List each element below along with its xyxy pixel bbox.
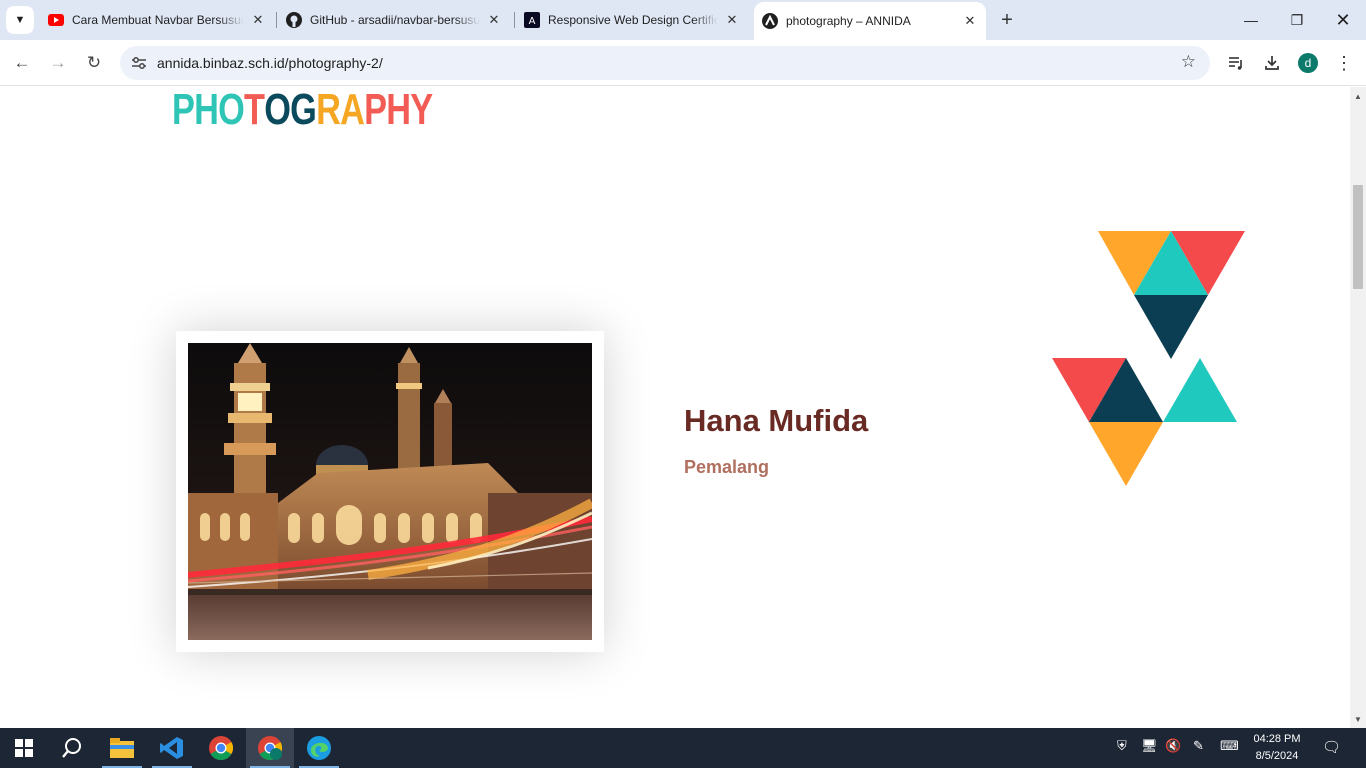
logo-letter: H [386,87,411,134]
taskbar-search-button[interactable] [48,728,96,768]
chrome-profile-icon [258,736,282,760]
download-icon[interactable] [1260,51,1284,75]
taskbar-chrome[interactable] [197,728,245,768]
profile-avatar[interactable]: d [1298,53,1318,73]
system-clock[interactable]: 04:28 PM 8/5/2024 [1246,731,1308,765]
reload-icon: ↻ [86,53,102,72]
tab-separator [276,12,277,28]
mosque-night-photo [188,343,592,640]
notification-center-icon[interactable]: 🗨 [1322,738,1341,756]
tab-separator [514,12,515,28]
logo-letter: P [172,87,195,134]
restore-button[interactable]: ❐ [1274,0,1320,40]
logo-letter: T [244,87,265,134]
address-bar[interactable]: annida.binbaz.sch.id/photography-2/ ☆ [120,46,1210,80]
scrollbar-thumb[interactable] [1353,185,1363,289]
person-city: Pemalang [684,457,770,477]
edge-icon [307,736,331,760]
logo-letter: A [340,87,365,134]
page-viewport: PHOTOGRAPHY Hana Mufida Pemalang [0,87,1350,728]
person-name: Hana Mufida [684,403,869,438]
page-scrollbar[interactable]: ▲ ▼ [1350,87,1366,728]
windows-logo-icon [15,739,33,757]
chrome-icon [209,736,233,760]
new-tab-button[interactable]: + [996,9,1018,31]
scroll-up-arrow-icon[interactable]: ▲ [1350,89,1366,103]
media-control-icon[interactable] [1224,51,1248,75]
windows-taskbar: ⛨ 🖥 🔇 ✎ ⌨ 04:28 PM 8/5/2024 🗨 [0,728,1366,768]
tab-title: photography – ANNIDA [786,14,911,28]
browser-tab-strip: ▼ Cara Membuat Navbar Bersusun ✕ GitHub … [0,0,1366,40]
chevron-down-icon: ▼ [14,14,26,26]
close-tab-icon[interactable]: ✕ [250,12,266,28]
logo-letter: R [316,87,341,134]
close-tab-icon[interactable]: ✕ [724,12,740,28]
taskbar-file-explorer[interactable] [98,728,146,768]
tab-title: Cara Membuat Navbar Bersusun [72,13,244,27]
taskbar-edge[interactable] [295,728,343,768]
taskbar-vscode[interactable] [148,728,196,768]
tab-photography[interactable]: photography – ANNIDA ✕ [754,2,986,40]
tab-title: Responsive Web Design Certification [548,13,718,27]
taskbar-chrome-profile[interactable] [246,728,294,768]
tab-youtube[interactable]: Cara Membuat Navbar Bersusun ✕ [40,4,274,36]
clock-time: 04:28 PM [1253,733,1301,745]
site-logo[interactable]: PHOTOGRAPHY [172,87,433,135]
keyboard-tray-icon[interactable]: ⌨ [1220,738,1239,754]
tab-title: GitHub - arsadii/navbar-bersusun [310,13,480,27]
svg-text:A: A [529,16,536,27]
minimize-button[interactable]: — [1228,0,1274,40]
youtube-icon [48,12,64,28]
logo-letter: Y [410,87,433,134]
logo-letter: O [264,87,291,134]
arrow-right-icon: → [49,53,67,72]
close-tab-icon[interactable]: ✕ [486,12,502,28]
triangle-decoration [1052,231,1245,486]
logo-letter: G [290,87,317,134]
forward-button[interactable]: → [44,49,72,77]
site-icon [762,13,778,29]
tab-github[interactable]: GitHub - arsadii/navbar-bersusun ✕ [278,4,510,36]
security-tray-icon[interactable]: ⛨ [1117,738,1127,754]
logo-letter: H [194,87,219,134]
browser-toolbar: ← → ↻ annida.binbaz.sch.id/photography-2… [0,40,1366,86]
network-tray-icon[interactable]: 🖥 [1141,738,1158,754]
bookmark-star-icon[interactable]: ☆ [1181,52,1196,72]
reload-button[interactable]: ↻ [80,49,108,77]
close-window-button[interactable]: ✕ [1320,0,1366,40]
menu-kebab-icon[interactable]: ⋮ [1332,51,1356,75]
pen-tray-icon[interactable]: ✎ [1193,738,1204,754]
folder-icon [110,738,134,758]
close-tab-icon[interactable]: ✕ [962,13,978,29]
url-text[interactable]: annida.binbaz.sch.id/photography-2/ [157,55,383,71]
freecodecamp-icon: A [524,12,540,28]
logo-letter: O [218,87,245,134]
scroll-down-arrow-icon[interactable]: ▼ [1350,712,1366,726]
start-button[interactable] [0,728,48,768]
back-button[interactable]: ← [8,49,36,77]
tab-search-button[interactable]: ▼ [6,6,34,34]
vscode-icon [160,737,183,759]
photo-frame [176,331,604,652]
github-icon [286,12,302,28]
logo-letter: P [364,87,387,134]
arrow-left-icon: ← [13,53,31,72]
volume-muted-tray-icon[interactable]: 🔇 [1165,738,1181,754]
site-settings-icon[interactable] [130,54,148,72]
clock-date: 8/5/2024 [1255,750,1299,762]
tab-freecodecamp[interactable]: A Responsive Web Design Certification ✕ [516,4,748,36]
search-icon [62,738,81,758]
